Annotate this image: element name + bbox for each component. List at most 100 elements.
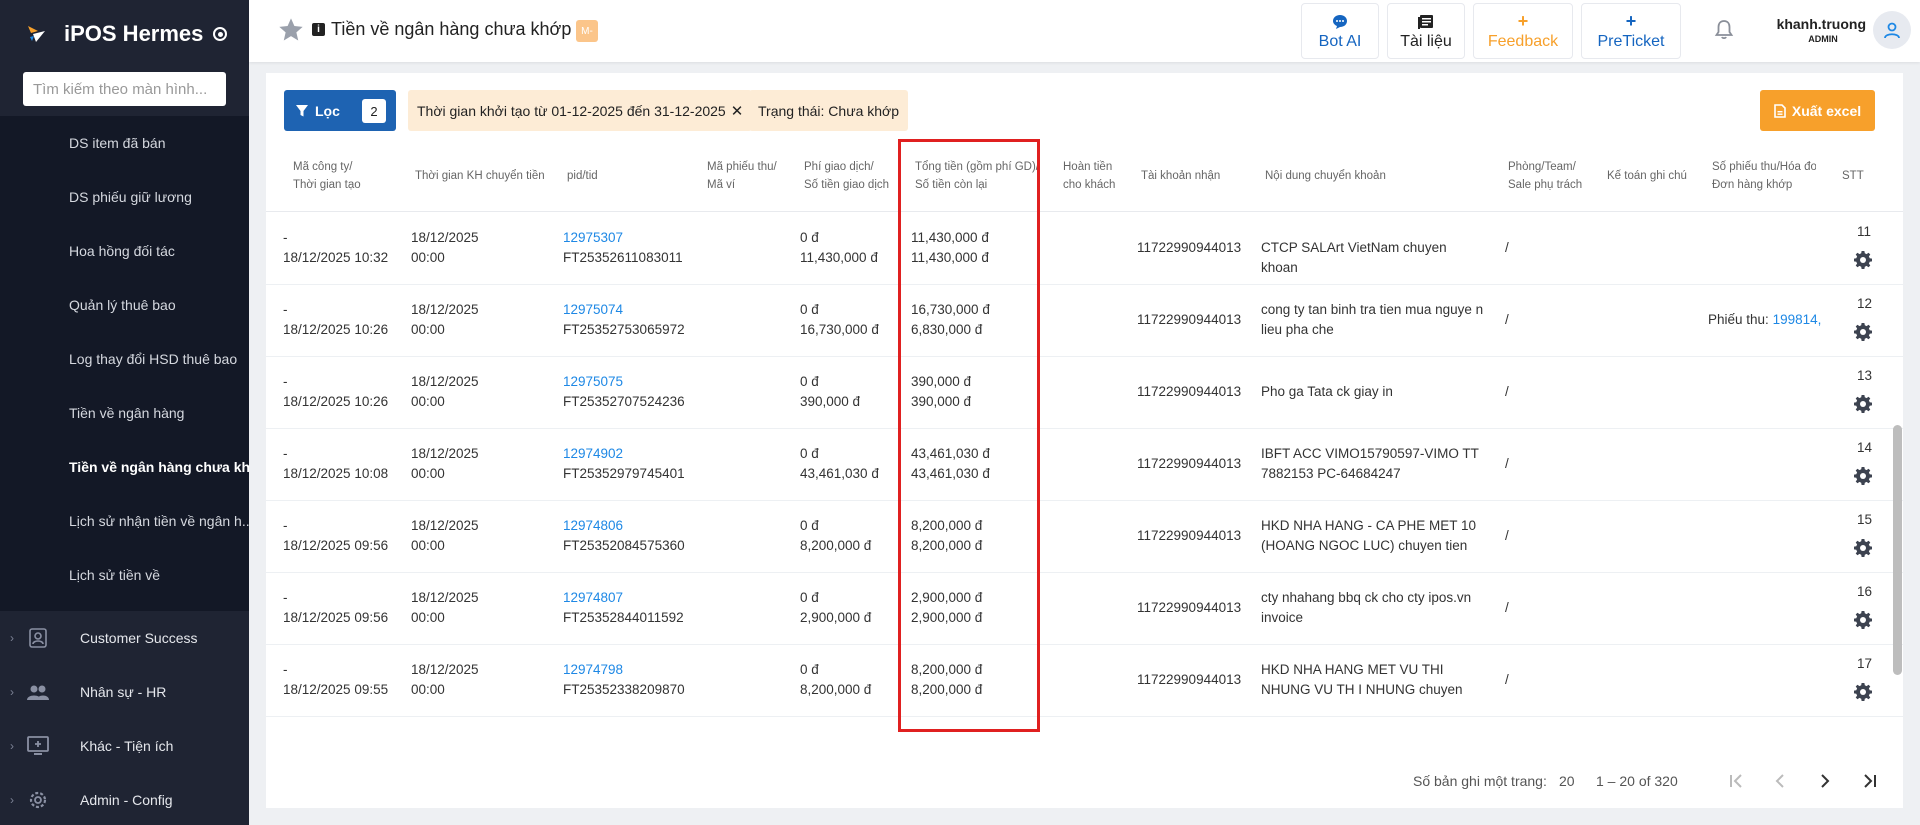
sidebar-item[interactable]: Log thay đổi HSD thuê bao: [0, 332, 249, 386]
sidebar-group[interactable]: › Admin - Config: [0, 773, 249, 825]
chat-icon: [1332, 12, 1348, 32]
th-note: Kế toán ghi chú: [1607, 170, 1687, 182]
app-name: iPOS Hermes: [64, 21, 204, 46]
bell-icon[interactable]: [1712, 18, 1736, 42]
info-icon[interactable]: i: [312, 23, 325, 36]
content-cell: CTCP SALArt VietNam chuyen khoan: [1261, 240, 1447, 275]
table-row[interactable]: -18/12/2025 09:55 18/12/2025 00:00 12974798…: [266, 645, 1903, 717]
transfer-time-cell: 18/12/2025 00:00: [411, 446, 479, 481]
pagination: Số bản ghi một trang: 20 1 – 20 of 320: [266, 753, 1903, 808]
next-page-icon[interactable]: [1811, 767, 1839, 795]
avatar[interactable]: [1873, 11, 1911, 49]
preticket-label: PreTicket: [1597, 32, 1665, 50]
pid-link[interactable]: 12975074: [563, 300, 685, 320]
table-row[interactable]: -18/12/2025 10:32 18/12/2025 00:00 12975307…: [266, 213, 1903, 285]
gear-icon[interactable]: [1853, 682, 1873, 702]
close-icon[interactable]: ✕: [731, 102, 744, 120]
total-cell: 390,000 đ 390,000 đ: [911, 374, 972, 409]
page-range: 1 – 20 of 320: [1596, 773, 1678, 789]
monitor-icon: [25, 733, 51, 759]
sidebar-search-input[interactable]: [23, 72, 226, 106]
table-row[interactable]: -18/12/2025 10:26 18/12/2025 00:00 12975075…: [266, 357, 1903, 429]
gear-icon[interactable]: [1853, 394, 1873, 414]
vertical-scrollbar[interactable]: [1893, 425, 1902, 675]
content-cell: IBFT ACC VIMO15790597-VIMO TT 7882153 PC…: [1261, 446, 1479, 481]
per-page-select[interactable]: 20: [1559, 773, 1575, 789]
table-row[interactable]: -18/12/2025 09:56 18/12/2025 00:00 12974806…: [266, 501, 1903, 573]
transfer-time-cell: 18/12/2025 00:00: [411, 230, 479, 265]
record-icon[interactable]: [213, 27, 228, 41]
brand[interactable]: iPOS Hermes: [0, 0, 249, 68]
fee-cell: 0 đ 43,461,030 đ: [800, 446, 879, 481]
gear-icon[interactable]: [1853, 250, 1873, 270]
export-excel-button[interactable]: Xuất excel: [1760, 90, 1875, 131]
username: khanh.truong: [1776, 16, 1866, 32]
plus-icon: +: [1625, 11, 1637, 31]
people-icon: [25, 679, 51, 705]
sidebar-item[interactable]: DS phiếu giữ lương: [0, 170, 249, 224]
total-cell: 43,461,030 đ 43,461,030 đ: [911, 446, 990, 481]
table-row[interactable]: -18/12/2025 10:08 18/12/2025 00:00 12974902…: [266, 429, 1903, 501]
main-card: Lọc 2 Thời gian khởi tạo từ 01-12-2025 đ…: [266, 73, 1903, 808]
customer-icon: [25, 625, 51, 651]
gear-icon: [25, 787, 51, 813]
content-cell: Pho ga Tata ck giay in: [1261, 384, 1393, 399]
sidebar-group[interactable]: › Nhân sự - HR: [0, 665, 249, 719]
total-cell: 16,730,000 đ 6,830,000 đ: [911, 302, 990, 337]
top-header: i Tiền về ngân hàng chưa khớp M- Bot AI …: [249, 0, 1920, 62]
th-total: Tổng tiền (gồm phí GD)/Số tiền còn lại: [915, 161, 1039, 191]
per-page-label: Số bản ghi một trang:: [1413, 773, 1547, 789]
docs-button[interactable]: Tài liệu: [1387, 3, 1465, 59]
preticket-button[interactable]: + PreTicket: [1581, 3, 1681, 59]
table-row[interactable]: -18/12/2025 10:26 18/12/2025 00:00 12975074…: [266, 285, 1903, 357]
sidebar-item[interactable]: Tiền về ngân hàng chưa khớp: [0, 440, 249, 494]
gear-icon[interactable]: [1853, 538, 1873, 558]
pid-link[interactable]: 12975307: [563, 228, 683, 248]
th-company: Mã công ty/Thời gian tạo: [293, 161, 361, 191]
feedback-label: Feedback: [1487, 32, 1559, 50]
gear-icon[interactable]: [1853, 466, 1873, 486]
pid-link[interactable]: 12975075: [563, 372, 685, 392]
last-page-icon[interactable]: [1856, 767, 1884, 795]
feedback-button[interactable]: + Feedback: [1473, 3, 1573, 59]
file-icon: [1774, 103, 1786, 118]
gear-icon[interactable]: [1853, 322, 1873, 342]
team-cell: /: [1505, 600, 1509, 615]
company-cell: -18/12/2025 09:55: [283, 662, 389, 697]
first-page-icon[interactable]: [1722, 767, 1750, 795]
sidebar-item[interactable]: Lịch sử tiền về: [0, 548, 249, 602]
sidebar-item[interactable]: Lịch sử nhận tiền về ngân h...: [0, 494, 249, 548]
pid-link[interactable]: 12974807: [563, 588, 684, 608]
filter-button[interactable]: Lọc 2: [284, 90, 396, 131]
sidebar-group[interactable]: › Khác - Tiện ích: [0, 719, 249, 773]
sidebar-group[interactable]: › Customer Success: [0, 611, 249, 665]
sidebar-item[interactable]: Quản lý thuê bao: [0, 278, 249, 332]
sidebar-item[interactable]: Hoa hồng đối tác: [0, 224, 249, 278]
sidebar-submenu: DS item đã bán DS phiếu giữ lương Hoa hồng…: [0, 116, 249, 611]
pid-link[interactable]: 12974798: [563, 660, 685, 680]
pid-cell: 12974902 FT25352979745401: [563, 444, 685, 481]
th-account: Tài khoản nhận: [1141, 170, 1221, 182]
company-cell: -18/12/2025 09:56: [283, 518, 389, 553]
bot-ai-button[interactable]: Bot AI: [1301, 3, 1379, 59]
account-cell: 11722990944013: [1137, 528, 1242, 543]
pid-cell: 12974806 FT25352084575360: [563, 516, 685, 553]
account-cell: 11722990944013: [1137, 600, 1242, 615]
stt-cell: 14: [1857, 440, 1873, 455]
gear-icon[interactable]: [1853, 610, 1873, 630]
sidebar-item[interactable]: Tiền về ngân hàng: [0, 386, 249, 440]
sidebar-item[interactable]: DS item đã bán: [0, 116, 249, 170]
favorite-star-icon[interactable]: [277, 16, 305, 44]
user-icon: [1884, 22, 1900, 39]
stt-cell: 15: [1857, 512, 1873, 527]
table-row[interactable]: -18/12/2025 09:56 18/12/2025 00:00 12974807…: [266, 573, 1903, 645]
prev-page-icon[interactable]: [1766, 767, 1794, 795]
team-cell: /: [1505, 456, 1509, 471]
voucher-link[interactable]: 199814,: [1773, 312, 1822, 327]
pid-link[interactable]: 12974902: [563, 444, 685, 464]
pid-cell: 12975074 FT25352753065972: [563, 300, 685, 337]
sidebar: iPOS Hermes DS item đã bánDS phiếu giữ l…: [0, 0, 249, 825]
pid-link[interactable]: 12974806: [563, 516, 685, 536]
user-info[interactable]: khanh.truong ADMIN: [1750, 16, 1866, 44]
account-cell: 11722990944013: [1137, 240, 1242, 255]
